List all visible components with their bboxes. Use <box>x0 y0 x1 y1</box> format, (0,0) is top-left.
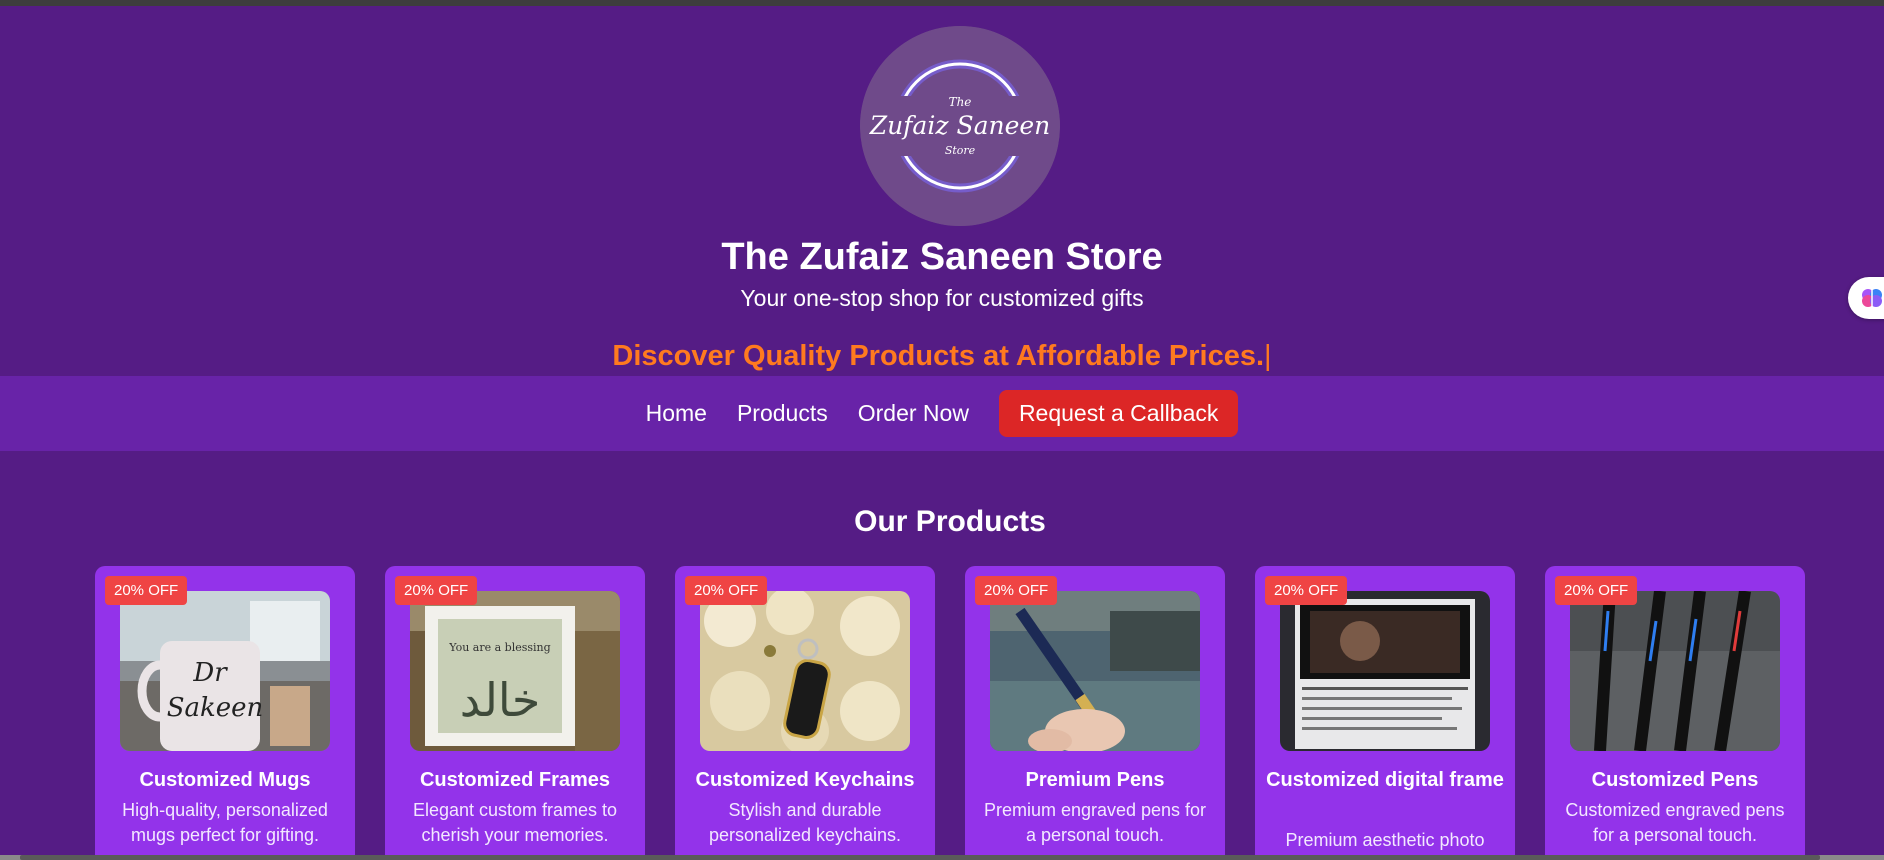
product-description: Premium engraved pens for a personal tou… <box>983 800 1207 845</box>
product-description: Elegant custom frames to cherish your me… <box>412 800 618 845</box>
discount-badge: 20% OFF <box>1265 576 1348 605</box>
product-card-premium-pens[interactable]: 20% OFF Premium Pens Premium engraved pe… <box>965 566 1225 860</box>
product-description: Customized engraved pens for a personal … <box>1565 800 1785 845</box>
nav-link-order-now[interactable]: Order Now <box>858 400 969 427</box>
digital-frame-photo-icon <box>1280 591 1490 751</box>
pen-photo-icon <box>990 591 1200 751</box>
floating-assistant-widget[interactable] <box>1848 277 1884 319</box>
product-description: Premium aesthetic photo <box>1285 830 1485 850</box>
nav-link-home[interactable]: Home <box>646 400 707 427</box>
svg-text:You are a blessing: You are a blessing <box>448 641 550 654</box>
nav-link-products[interactable]: Products <box>737 400 828 427</box>
product-image-pens[interactable] <box>1570 591 1780 751</box>
product-title: Customized Frames <box>419 769 611 791</box>
product-image-mug[interactable]: Dr Sakeen <box>120 591 330 751</box>
logo-text-bottom: Store <box>945 144 976 157</box>
product-image-digital-frame[interactable] <box>1280 591 1490 751</box>
product-title: Customized Keychains <box>695 769 915 791</box>
product-title: Customized Mugs <box>139 769 311 791</box>
discount-badge: 20% OFF <box>105 576 188 605</box>
discount-badge: 20% OFF <box>1555 576 1638 605</box>
product-image-frame[interactable]: You are a blessing خالد <box>410 591 620 751</box>
main-navigation: Home Products Order Now Request a Callba… <box>0 376 1884 451</box>
site-tagline: Your one-stop shop for customized gifts <box>740 285 1144 311</box>
discount-badge: 20% OFF <box>685 576 768 605</box>
keychain-photo-icon <box>700 591 910 751</box>
svg-text:Sakeen: Sakeen <box>167 693 264 723</box>
product-image-pen[interactable] <box>990 591 1200 751</box>
product-grid: 20% OFF Dr Sakeen Customized Mugs High-q… <box>0 566 1884 860</box>
store-logo: The Zufaiz Saneen Store <box>860 26 1060 226</box>
products-heading: Our Products <box>854 505 1046 538</box>
product-title: Premium Pens <box>1025 769 1165 791</box>
logo-text-top: The <box>949 95 972 109</box>
site-header: The Zufaiz Saneen Store The Zufaiz Sanee… <box>0 6 1884 376</box>
svg-text:خالد: خالد <box>460 673 541 727</box>
discount-badge: 20% OFF <box>975 576 1058 605</box>
logo-text-main: Zufaiz Saneen <box>869 111 1051 140</box>
product-card-digital-frame[interactable]: 20% OFF Customized digital frame Premium… <box>1255 566 1515 860</box>
product-card-frames[interactable]: 20% OFF You are a blessing خالد Customiz… <box>385 566 645 860</box>
typed-cursor: | <box>1264 340 1272 372</box>
site-title: The Zufaiz Saneen Store <box>721 236 1163 278</box>
product-title: Customized Pens <box>1591 769 1759 791</box>
scrollbar-thumb[interactable] <box>20 855 1820 860</box>
svg-text:Dr: Dr <box>192 658 228 688</box>
product-card-mugs[interactable]: 20% OFF Dr Sakeen Customized Mugs High-q… <box>95 566 355 860</box>
frame-photo-icon: You are a blessing خالد <box>410 591 620 751</box>
pens-photo-icon <box>1570 591 1780 751</box>
product-description: High-quality, personalized mugs perfect … <box>122 800 328 845</box>
mug-photo-icon: Dr Sakeen <box>120 591 330 751</box>
typed-headline-text: Discover Quality Products at Affordable … <box>612 340 1265 372</box>
request-callback-button[interactable]: Request a Callback <box>998 390 1239 437</box>
discount-badge: 20% OFF <box>395 576 478 605</box>
logo-neon-ring-icon: The Zufaiz Saneen Store <box>860 26 1060 226</box>
horizontal-scrollbar[interactable] <box>0 855 1884 860</box>
brain-icon <box>1862 289 1882 307</box>
product-card-keychains[interactable]: 20% OFF Customized Keychains Stylish and… <box>675 566 935 860</box>
product-card-customized-pens[interactable]: 20% OFF Customized Pens Customized engra… <box>1545 566 1805 860</box>
product-title: Customized digital frame <box>1266 769 1504 791</box>
product-image-keychain[interactable] <box>700 591 910 751</box>
typed-headline: Discover Quality Products at Affordable … <box>0 340 1884 373</box>
product-description: Stylish and durable personalized keychai… <box>708 800 902 845</box>
